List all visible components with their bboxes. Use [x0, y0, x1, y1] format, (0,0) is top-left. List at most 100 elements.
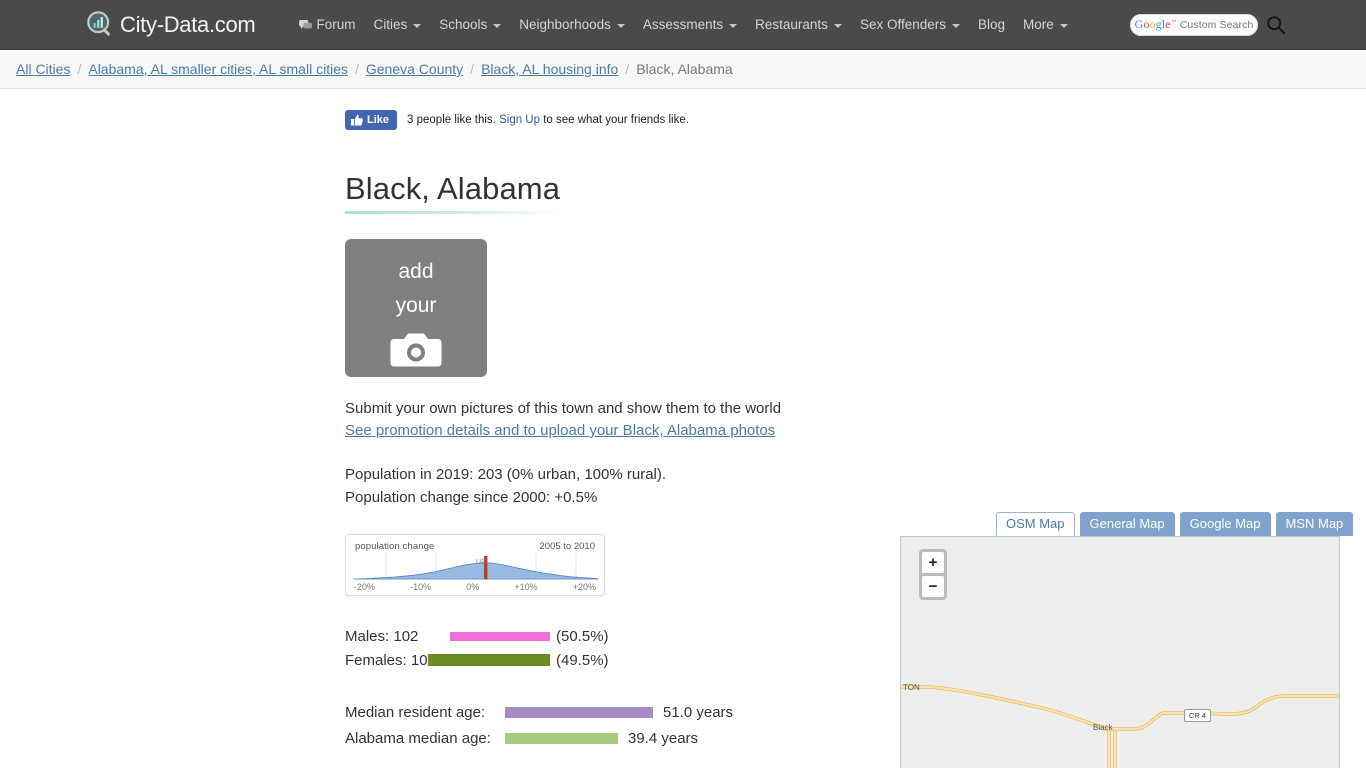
gender-breakdown: Males: 102 (50.5%) Females: 101 (49.5%) — [345, 624, 905, 672]
logo-text: City-Data.com — [120, 11, 256, 37]
map-zoom-controls: + − — [919, 549, 947, 600]
facebook-signup-link[interactable]: Sign Up — [499, 114, 540, 126]
breadcrumb-item-housing-info[interactable]: Black, AL housing info — [481, 61, 618, 77]
x-tick-label: 0% — [466, 582, 480, 592]
breadcrumb-item-all-cities[interactable]: All Cities — [16, 61, 70, 77]
breadcrumb: All Cities / Alabama, AL smaller cities,… — [0, 50, 1366, 89]
breadcrumb-separator: / — [77, 61, 82, 77]
males-label: Males: 102 — [345, 627, 419, 645]
facebook-like-text: 3 people like this. Sign Up to see what … — [407, 114, 689, 126]
magnifier-chart-logo-icon — [87, 10, 110, 36]
nav-item-blog[interactable]: Blog — [969, 12, 1014, 37]
search-placeholder: Google™ Custom Search — [1135, 17, 1254, 32]
alabama-median-age-value: 39.4 years — [628, 729, 699, 747]
breadcrumb-item-geneva-county[interactable]: Geneva County — [366, 61, 463, 77]
page-body: Like 3 people like this. Sign Up to see … — [0, 89, 1366, 768]
chevron-down-icon — [833, 23, 842, 28]
alabama-median-age-label: Alabama median age: — [345, 729, 491, 747]
search-placeholder-text: Custom Search — [1179, 19, 1254, 31]
map-roads-layer — [901, 685, 1339, 768]
population-line: Population in 2019: 203 (0% urban, 100% … — [345, 466, 667, 483]
age-row-resident: Median resident age: 51.0 years — [345, 699, 905, 725]
chart-x-axis: -20% -10% 0% +10% +20% — [346, 582, 604, 592]
promo-text: Submit your own pictures of this town an… — [345, 400, 782, 417]
breadcrumb-current-page: Black, Alabama — [636, 61, 733, 77]
map-zoom-out-button[interactable]: − — [922, 576, 944, 597]
median-resident-age-label: Median resident age: — [345, 703, 486, 721]
chevron-down-icon — [616, 23, 625, 28]
facebook-like-button[interactable]: Like — [345, 110, 398, 130]
nav-label: Schools — [439, 17, 488, 32]
nav-label: Neighborhoods — [519, 17, 611, 32]
map-panel: OSM Map General Map Google Map MSN Map +… — [900, 511, 1366, 768]
nav-label: Cities — [373, 17, 408, 32]
chevron-down-icon — [493, 23, 502, 28]
facebook-like-label: Like — [367, 114, 390, 126]
nav-item-cities[interactable]: Cities — [364, 12, 430, 37]
promo-upload-link[interactable]: See promotion details and to upload your… — [345, 422, 775, 439]
median-resident-age-value: 51.0 years — [663, 703, 734, 721]
facebook-like-bar: Like 3 people like this. Sign Up to see … — [345, 110, 905, 130]
nav-label: Sex Offenders — [859, 17, 946, 32]
chevron-down-icon — [413, 23, 422, 28]
nav-item-sex-offenders[interactable]: Sex Offenders — [851, 12, 969, 37]
tab-general-map[interactable]: General Map — [1079, 512, 1175, 536]
x-tick-label: +10% — [514, 582, 538, 592]
females-bar-track — [428, 654, 551, 666]
median-age-section: Median resident age: 51.0 years Alabama … — [345, 699, 905, 751]
x-tick-label: -10% — [410, 582, 432, 592]
age-row-state: Alabama median age: 39.4 years — [345, 725, 905, 751]
map-tab-bar: OSM Map General Map Google Map MSN Map — [900, 511, 1366, 536]
map-label-town-partial: TON — [903, 683, 920, 692]
gender-row-males: Males: 102 (50.5%) — [345, 624, 905, 648]
females-bar-fill — [428, 654, 550, 666]
chart-plot-area: US — [353, 553, 599, 580]
nav-label: Restaurants — [755, 17, 828, 32]
chevron-down-icon — [952, 23, 960, 28]
map-zoom-in-button[interactable]: + — [922, 552, 944, 573]
males-bar-track — [450, 631, 551, 641]
alabama-median-age-bar — [505, 732, 618, 744]
add-photo-placeholder[interactable]: add your — [345, 239, 487, 377]
add-photo-line-1: add — [398, 260, 434, 283]
site-logo[interactable]: City-Data.com — [86, 10, 256, 40]
median-resident-age-bar — [505, 706, 653, 718]
search-icon[interactable] — [1266, 15, 1286, 35]
x-tick-label: -20% — [354, 582, 376, 592]
males-bar-fill — [450, 631, 550, 641]
nav-item-more[interactable]: More — [1014, 12, 1077, 37]
map-road-shield-cr4: CR 4 — [1184, 709, 1212, 722]
nav-item-restaurants[interactable]: Restaurants — [746, 12, 851, 37]
nav-label: More — [1023, 17, 1054, 32]
breadcrumb-item-alabama-small-cities[interactable]: Alabama, AL smaller cities, AL small cit… — [88, 61, 348, 77]
search-input[interactable]: Google™ Custom Search — [1130, 13, 1258, 36]
tab-osm-map[interactable]: OSM Map — [996, 512, 1075, 536]
nav-item-forum[interactable]: Forum — [290, 12, 364, 37]
nav-item-schools[interactable]: Schools — [430, 12, 510, 37]
tab-msn-map[interactable]: MSN Map — [1275, 512, 1354, 536]
population-change-chart[interactable]: population change 2005 to 2010 US -20% -… — [345, 534, 605, 596]
breadcrumb-separator: / — [470, 61, 475, 77]
females-percent: (49.5%) — [556, 651, 609, 669]
chart-annotation-us: US — [476, 559, 486, 566]
map-viewport[interactable]: + − TON Black CR 4 — [900, 536, 1340, 768]
chevron-down-icon — [729, 23, 738, 28]
x-tick-label: +20% — [572, 582, 596, 592]
chevron-down-icon — [1059, 23, 1068, 28]
facebook-tail-text: to see what your friends like. — [543, 114, 689, 126]
breadcrumb-separator: / — [354, 61, 359, 77]
page-title: Black, Alabama — [345, 171, 561, 214]
main-content-column: Like 3 people like this. Sign Up to see … — [345, 89, 905, 768]
thumbs-up-icon — [351, 114, 363, 126]
nav-item-neighborhoods[interactable]: Neighborhoods — [510, 12, 634, 37]
tab-google-map[interactable]: Google Map — [1179, 512, 1271, 536]
add-photo-line-2: your — [395, 294, 437, 317]
population-change-line: Population change since 2000: +0.5% — [345, 489, 598, 506]
population-stats: Population in 2019: 203 (0% urban, 100% … — [345, 463, 905, 509]
search-area: Google™ Custom Search — [1130, 13, 1286, 36]
trademark-symbol: ™ — [1170, 19, 1177, 26]
nav-label: Assessments — [642, 17, 724, 32]
nav-item-assessments[interactable]: Assessments — [634, 12, 746, 37]
facebook-like-count: 3 people like this. — [407, 114, 496, 126]
map-label-black: Black — [1093, 723, 1113, 732]
